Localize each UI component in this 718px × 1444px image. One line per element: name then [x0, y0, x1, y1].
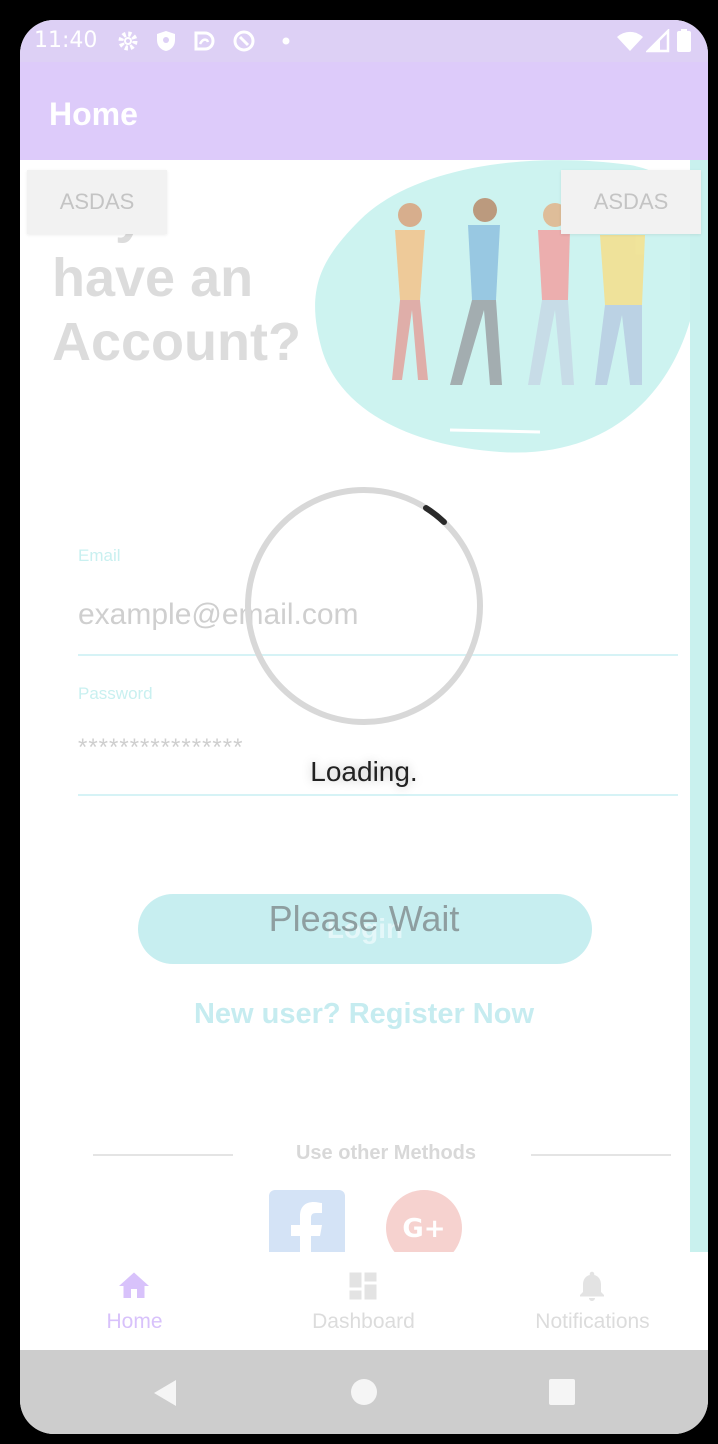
asdas-button-right[interactable]: ASDAS	[561, 170, 701, 234]
back-icon[interactable]	[150, 1378, 180, 1408]
status-bar: 11:40	[20, 20, 708, 62]
email-label: Email	[78, 546, 121, 565]
wifi-icon	[617, 31, 643, 51]
dot-icon	[282, 37, 290, 45]
nav-label-dashboard: Dashboard	[312, 1310, 415, 1333]
register-link[interactable]: New user? Register Now	[20, 998, 708, 1031]
at-icon	[233, 30, 255, 52]
please-wait-text: Please Wait	[268, 898, 460, 939]
password-underline	[78, 794, 678, 796]
bottom-navigation: Home Dashboard Notifications	[20, 1252, 708, 1350]
bell-icon	[580, 1271, 604, 1301]
phone-screen: 11:40 Home have an Account? ASDAS ASDAS …	[20, 20, 708, 1434]
home-circle-icon[interactable]	[350, 1378, 378, 1406]
loading-text: Loading.	[310, 756, 418, 787]
app-bar: Home	[20, 62, 708, 160]
signal-icon	[646, 29, 670, 53]
nav-item-notifications[interactable]: Notifications	[478, 1252, 707, 1350]
loading-spinner	[245, 487, 483, 725]
password-label: Password	[78, 684, 153, 703]
gear-icon	[118, 31, 138, 51]
svg-text:G+: G+	[402, 1214, 445, 1244]
asdas-button-left[interactable]: ASDAS	[27, 170, 167, 234]
dashboard-icon	[349, 1272, 377, 1300]
right-accent-stripe	[690, 160, 708, 1252]
nav-label-home: Home	[106, 1310, 163, 1333]
shield-icon	[157, 31, 175, 51]
google-plus-icon[interactable]: G+	[386, 1190, 462, 1252]
nav-item-dashboard[interactable]: Dashboard	[249, 1252, 478, 1350]
battery-icon	[677, 29, 691, 52]
divider-right	[531, 1154, 671, 1156]
home-icon	[119, 1272, 149, 1298]
sync-icon	[194, 31, 215, 51]
app-bar-title: Home	[49, 96, 138, 132]
heading-line-3: Account?	[52, 312, 301, 372]
system-navigation-bar	[20, 1350, 708, 1434]
nav-label-notifications: Notifications	[535, 1310, 650, 1333]
nav-item-home[interactable]: Home	[20, 1252, 249, 1350]
status-time: 11:40	[34, 28, 98, 53]
recents-icon[interactable]	[549, 1379, 575, 1405]
heading-line-2: have an	[52, 248, 254, 308]
facebook-icon[interactable]	[269, 1190, 345, 1252]
